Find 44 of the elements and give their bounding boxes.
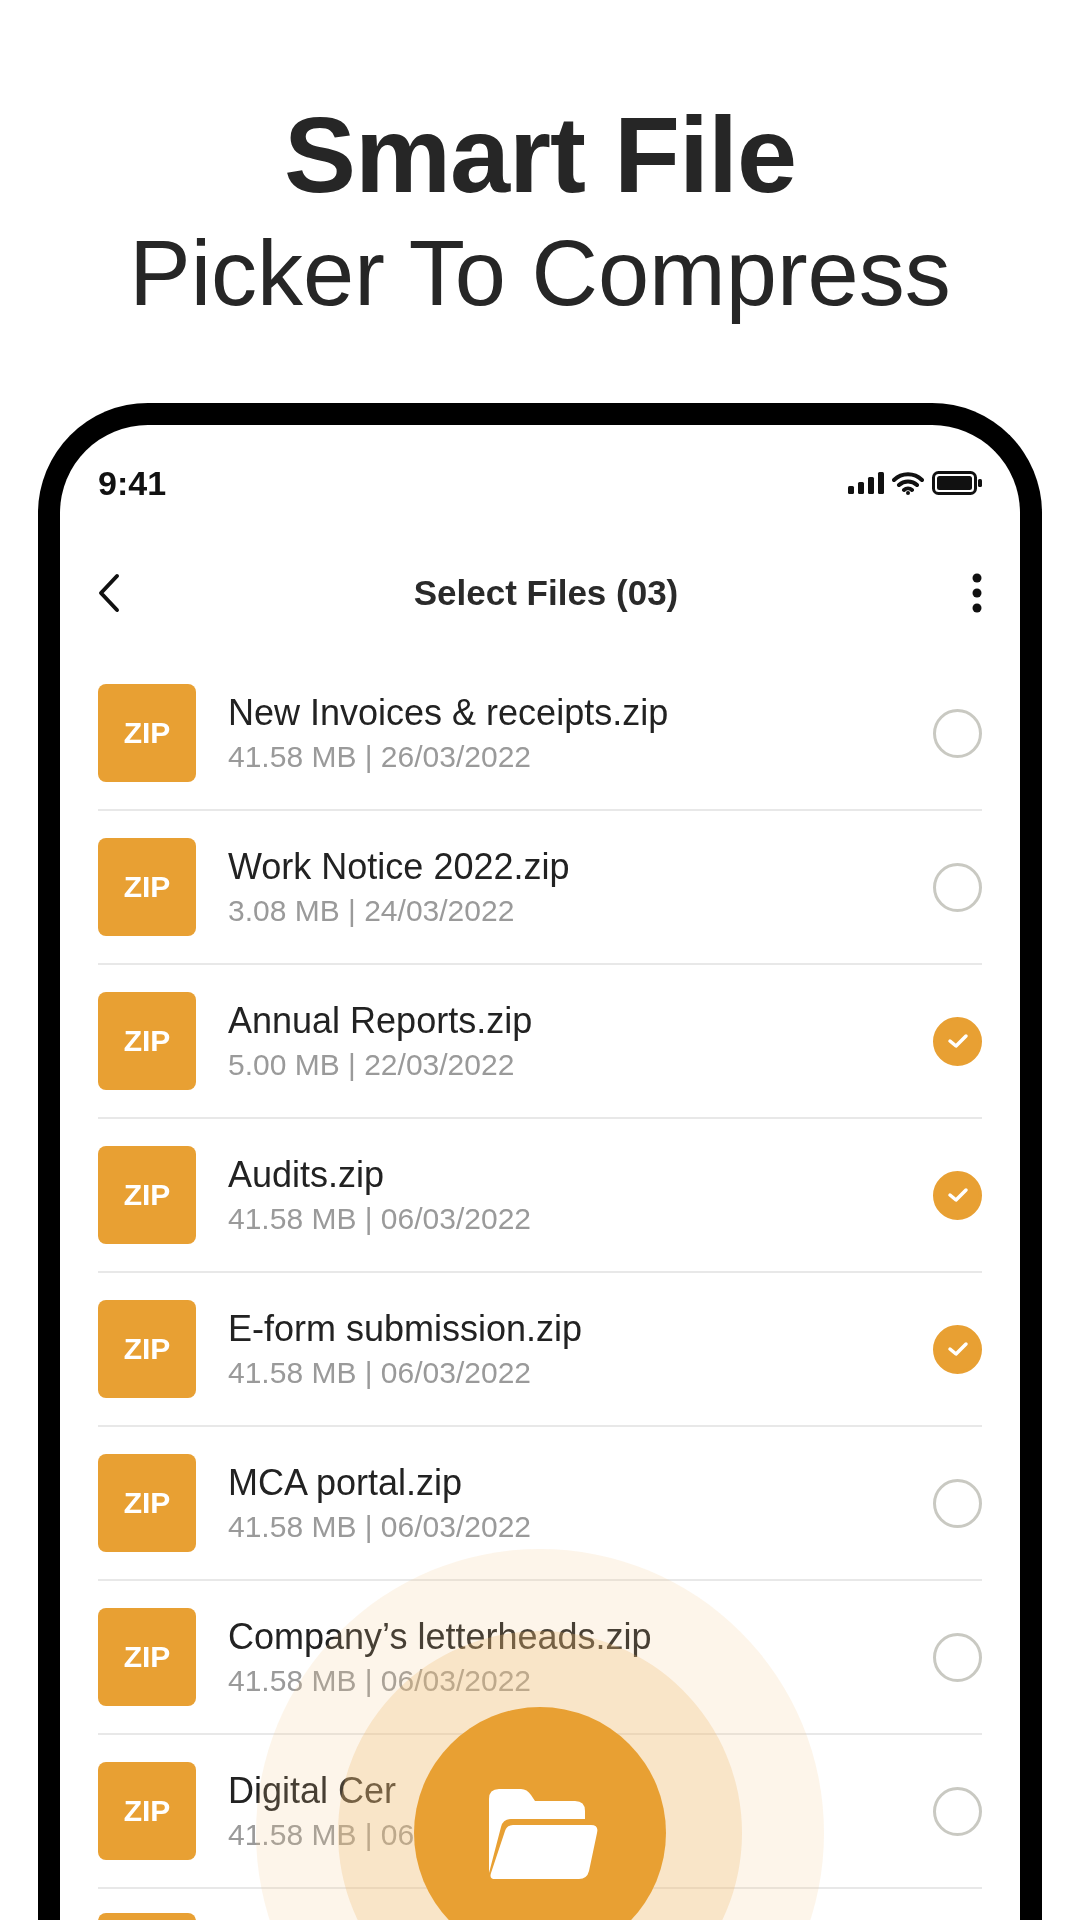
subheadline: Picker To Compress (129, 221, 951, 326)
zip-file-icon: ZIP (98, 1762, 196, 1860)
zip-file-icon: ZIP (98, 684, 196, 782)
select-checkbox[interactable] (933, 1632, 982, 1682)
zip-file-icon: ZIP (98, 838, 196, 936)
check-icon (946, 1340, 969, 1358)
select-checkbox[interactable] (933, 708, 982, 758)
select-checkbox[interactable] (933, 1170, 982, 1220)
zip-file-icon: ZIP (98, 1608, 196, 1706)
file-details: 3.08 MB | 24/03/2022 (228, 894, 516, 928)
select-checkbox[interactable] (933, 1016, 982, 1066)
select-checkbox[interactable] (933, 1478, 982, 1528)
back-icon[interactable] (98, 573, 120, 613)
zip-file-icon: ZIP (98, 1300, 196, 1398)
file-name: Digital Cer (228, 1770, 398, 1812)
file-details: 41.58 MB | 06/03/2022 (228, 1664, 533, 1698)
file-details: 5.00 MB | 22/03/2022 (228, 1048, 516, 1082)
more-icon[interactable] (972, 573, 982, 613)
check-icon (946, 1032, 969, 1050)
file-name: E-form submission.zip (228, 1308, 584, 1350)
wifi-icon (892, 471, 924, 495)
select-checkbox[interactable] (933, 862, 982, 912)
file-name: MCA portal.zip (228, 1462, 464, 1504)
file-name: Company’s letterheads.zip (228, 1616, 653, 1658)
file-details: 41.58 MB | 06/03/2022 (228, 1356, 533, 1390)
file-details: 41.58 MB | 06/03/2022 (228, 1202, 533, 1236)
file-name: Work Notice 2022.zip (228, 846, 571, 888)
file-details: 41.58 MB | 06 (228, 1818, 416, 1852)
file-name: Audits.zip (228, 1154, 386, 1196)
file-details: 41.58 MB | 06/03/2022 (228, 1510, 533, 1544)
battery-icon (932, 471, 982, 495)
check-icon (946, 1186, 969, 1204)
zip-file-icon: ZIP (98, 1454, 196, 1552)
signal-icon (848, 472, 884, 494)
select-checkbox[interactable] (933, 1324, 982, 1374)
select-checkbox[interactable] (933, 1786, 982, 1836)
status-time: 9:41 (98, 463, 167, 503)
zip-file-icon: ZIP (98, 992, 196, 1090)
headline: Smart File (283, 93, 797, 217)
file-name: New Invoices & receipts.zip (228, 692, 670, 734)
zip-file-icon: ZIP (98, 1146, 196, 1244)
file-name: Annual Reports.zip (228, 1000, 534, 1042)
file-details: 41.58 MB | 26/03/2022 (228, 740, 533, 774)
screen-title: Select Files (03) (413, 573, 679, 613)
